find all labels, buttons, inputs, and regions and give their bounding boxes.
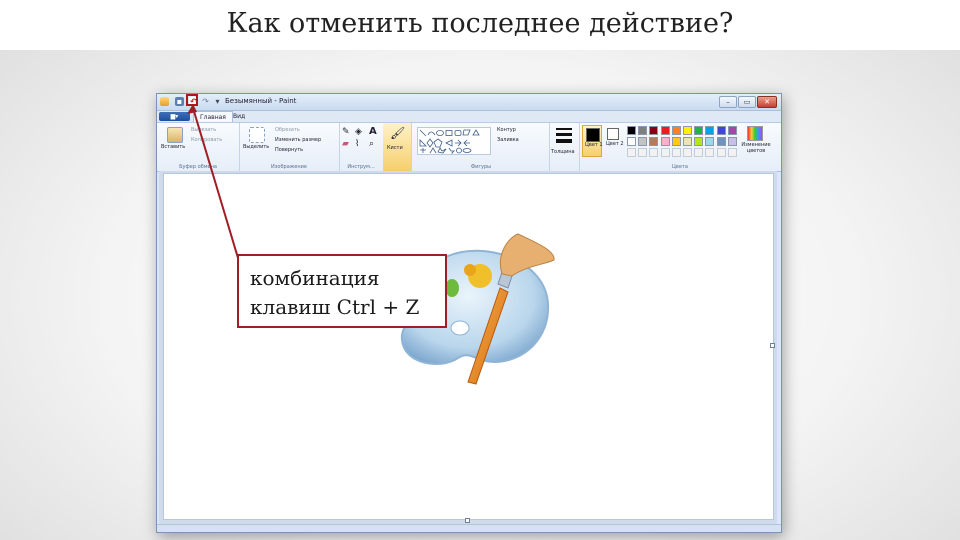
group-label-shapes: Фигуры [470, 164, 492, 170]
palette-empty-swatch[interactable] [683, 148, 692, 157]
chevron-down-icon[interactable]: ▾ [213, 97, 222, 106]
file-menu-button[interactable]: ▆▾ [159, 112, 190, 121]
color2-swatch [607, 128, 619, 140]
color2-button[interactable]: Цвет 2 [605, 125, 624, 157]
palette-empty-swatch[interactable] [727, 148, 737, 157]
palette-swatch[interactable] [638, 126, 648, 135]
resize-handle-right[interactable] [770, 343, 775, 348]
palette-empty-swatch[interactable] [649, 148, 659, 157]
magnifier-icon[interactable]: ⌕ [369, 139, 374, 149]
palette-swatch[interactable] [705, 137, 715, 146]
brushes-button[interactable]: Кисти [387, 145, 403, 151]
pencil-icon[interactable]: ✎ [342, 127, 350, 137]
fill-button[interactable]: Заливка [497, 137, 519, 143]
palette-swatch[interactable] [671, 126, 681, 135]
palette-swatch[interactable] [638, 137, 648, 146]
eraser-icon[interactable]: ▰ [342, 139, 349, 149]
group-label-tools: Инструм... [347, 164, 375, 170]
title-bar[interactable]: ▪ ↶ ↷ ▾ Безымянный - Paint – ▭ ✕ [157, 94, 781, 111]
palette-swatch[interactable] [660, 126, 670, 135]
group-colors: Цвет 1 Цвет 2 Изменение цветов Цвета [579, 123, 781, 171]
group-label-clipboard: Буфер обмена [179, 164, 217, 170]
text-tool-icon[interactable]: A [369, 126, 377, 137]
fill-bucket-icon[interactable]: ◈ [355, 127, 362, 137]
select-button[interactable]: Выделить [243, 144, 269, 150]
palette-empty-swatch[interactable] [716, 148, 726, 157]
group-brushes[interactable]: 🖌 Кисти [383, 123, 412, 171]
color-picker-icon[interactable]: ⌇ [355, 139, 359, 149]
color2-label: Цвет 2 [606, 141, 624, 147]
size-line-1 [556, 128, 572, 130]
window-title: Безымянный - Paint [225, 97, 297, 105]
callout-line-1: комбинация [250, 266, 380, 290]
palette-swatch[interactable] [649, 126, 659, 135]
palette-swatch[interactable] [727, 137, 737, 146]
palette-swatch[interactable] [694, 137, 704, 146]
group-image: Выделить Обрезать Изменить размер Поверн… [239, 123, 340, 171]
edit-colors-icon[interactable] [747, 126, 763, 141]
rotate-button[interactable]: Повернуть [275, 147, 303, 153]
palette-empty-swatch[interactable] [694, 148, 704, 157]
edit-colors-button[interactable]: Изменение цветов [739, 142, 773, 154]
palette-swatch[interactable] [683, 137, 692, 146]
palette-swatch[interactable] [627, 126, 636, 135]
palette-swatch[interactable] [716, 137, 726, 146]
palette-empty-swatch[interactable] [705, 148, 715, 157]
status-bar [157, 524, 781, 532]
ribbon: Вставить Вырезать Копировать Буфер обмен… [157, 122, 781, 172]
resize-button[interactable]: Изменить размер [275, 137, 321, 143]
palette-swatch[interactable] [671, 137, 681, 146]
group-label-image: Изображение [271, 164, 307, 170]
close-button[interactable]: ✕ [757, 96, 777, 108]
palette-swatch[interactable] [683, 126, 692, 135]
paint-app-icon[interactable] [160, 97, 169, 106]
palette-swatch[interactable] [649, 137, 659, 146]
resize-handle-bottom[interactable] [465, 518, 470, 523]
palette-swatch[interactable] [716, 126, 726, 135]
palette-swatch[interactable] [660, 137, 670, 146]
group-tools: ✎ ◈ A ▰ ⌇ ⌕ Инструм... [339, 123, 384, 171]
callout-line-2: клавиш Ctrl + Z [250, 295, 420, 319]
shapes-gallery[interactable] [417, 127, 491, 155]
color1-label: Цвет 1 [585, 142, 603, 148]
size-line-2 [556, 133, 572, 136]
copy-button[interactable]: Копировать [191, 137, 222, 143]
ribbon-tabs: ▆▾ Главная Вид [157, 111, 781, 123]
slide-title-bar: Как отменить последнее действие? [0, 0, 960, 50]
palette-empty-swatch[interactable] [638, 148, 648, 157]
select-icon[interactable] [249, 127, 265, 143]
redo-icon[interactable]: ↷ [201, 97, 210, 106]
group-shapes: Контур Заливка Фигуры [413, 123, 550, 171]
color1-button[interactable]: Цвет 1 [582, 125, 603, 157]
minimize-button[interactable]: – [719, 96, 737, 108]
palette-swatch[interactable] [694, 126, 704, 135]
shapes-icons [419, 129, 480, 154]
palette-empty-swatch[interactable] [627, 148, 636, 157]
cut-button[interactable]: Вырезать [191, 127, 216, 133]
maximize-button[interactable]: ▭ [738, 96, 756, 108]
shortcut-callout: комбинация клавиш Ctrl + Z [237, 254, 447, 328]
brush-icon: 🖌 [390, 126, 406, 140]
color1-swatch [586, 128, 600, 142]
size-button[interactable]: Толщина [551, 149, 575, 155]
crop-button[interactable]: Обрезать [275, 127, 300, 133]
slide-title: Как отменить последнее действие? [226, 8, 734, 39]
outline-button[interactable]: Контур [497, 127, 516, 133]
size-line-3 [556, 139, 572, 143]
palette-swatch[interactable] [705, 126, 715, 135]
palette-swatch[interactable] [727, 126, 737, 135]
paste-icon[interactable] [167, 127, 183, 143]
save-icon[interactable]: ▪ [175, 97, 184, 106]
palette-empty-swatch[interactable] [660, 148, 670, 157]
window-controls: – ▭ ✕ [718, 96, 777, 108]
group-size[interactable]: Толщина [549, 123, 580, 171]
palette-empty-swatch[interactable] [671, 148, 681, 157]
group-clipboard: Вставить Вырезать Копировать Буфер обмен… [157, 123, 240, 171]
palette-swatch[interactable] [627, 137, 636, 146]
paste-button[interactable]: Вставить [161, 144, 185, 150]
tab-view[interactable]: Вид [227, 111, 251, 122]
undo-highlight-box [186, 94, 198, 106]
group-label-colors: Цвета [672, 164, 688, 170]
